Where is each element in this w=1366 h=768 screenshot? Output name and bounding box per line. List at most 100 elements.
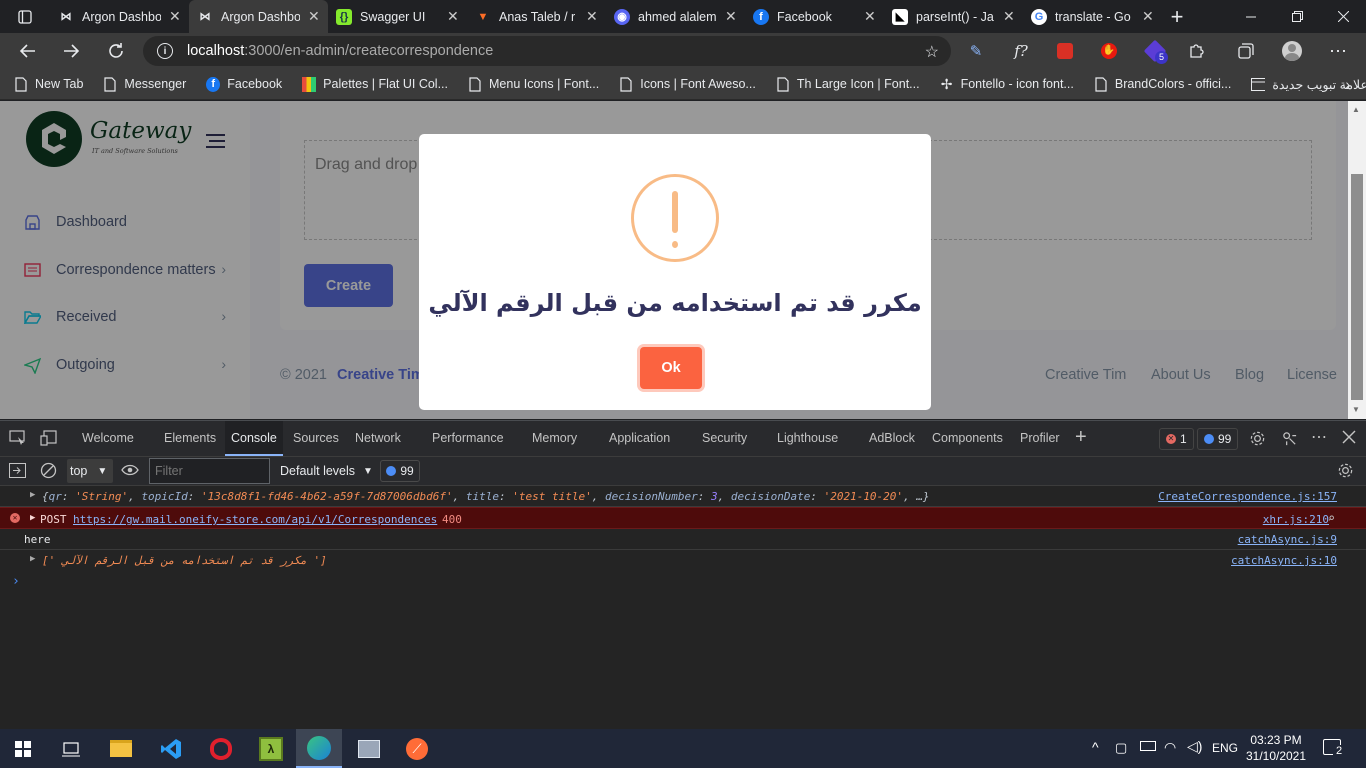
device-emulation-icon[interactable] [40,430,58,449]
browser-tab[interactable]: f Facebook ✕ [745,0,884,33]
adblock-icon[interactable]: ✋ [1094,36,1124,66]
app-icon-green[interactable]: λ [248,729,294,768]
scroll-up-arrow-icon[interactable]: ▲ [1352,105,1360,114]
browser-tab[interactable]: {} Swagger UI ✕ [328,0,467,33]
close-tab-icon[interactable]: ✕ [447,8,459,25]
battery-icon[interactable] [1140,741,1156,751]
expand-arrow-icon[interactable]: ▶ [30,490,35,500]
bookmark-item[interactable]: New Tab [14,76,83,92]
log-levels-dropdown[interactable]: Default levels ▼ [280,464,373,478]
bookmark-item[interactable]: ✢ Fontello - icon font... [940,76,1074,92]
settings-more-icon[interactable]: ⋯ [1323,36,1353,66]
devtools-tab-elements[interactable]: Elements [164,431,216,445]
devtools-more-icon[interactable]: ⋯ [1311,427,1327,447]
restore-button[interactable] [1274,0,1320,33]
react-devtools-extension-icon[interactable]: 5 [1140,36,1170,66]
add-favorite-icon[interactable]: ☆ [925,42,939,62]
edge-browser-icon[interactable] [296,729,342,768]
inspect-element-icon[interactable] [9,430,27,449]
live-expression-eye-icon[interactable] [121,463,139,480]
show-hidden-icons-chevron-icon[interactable]: ^ [1092,739,1099,755]
browser-tab[interactable]: ◣ parseInt() - Ja ✕ [884,0,1023,33]
notification-center-icon[interactable]: 2 [1323,739,1345,757]
browser-tab[interactable]: ⋈ Argon Dashbo ✕ [50,0,189,33]
browser-tab[interactable]: G translate - Go ✕ [1023,0,1162,33]
app-window-icon[interactable] [346,729,392,768]
devtools-tab-console[interactable]: Console [225,421,283,456]
source-link[interactable]: CreateCorrespondence.js:157 [1158,490,1337,503]
browser-tab[interactable]: ◉ ahmed alalem ✕ [606,0,745,33]
input-language[interactable]: ENG [1212,741,1238,755]
close-window-button[interactable] [1320,0,1366,33]
customize-devtools-icon[interactable] [1281,430,1298,450]
search-icon[interactable]: ⌕ [1328,511,1335,525]
postman-icon[interactable]: ⟋ [394,729,440,768]
browser-tab[interactable]: ▼ Anas Taleb / r ✕ [467,0,606,33]
close-tab-icon[interactable]: ✕ [1003,8,1015,25]
reload-button[interactable] [101,36,131,66]
new-tab-button[interactable]: + [1162,0,1192,33]
devtools-tab-adblock[interactable]: AdBlock [869,431,915,445]
expand-arrow-icon[interactable]: ▶ [30,554,35,564]
task-view-icon[interactable] [48,729,94,768]
clock[interactable]: 03:23 PM 31/10/2021 [1244,732,1308,764]
address-bar[interactable]: i localhost:3000/en-admin/createcorrespo… [143,36,951,66]
page-scrollbar[interactable]: ▲ ▼ [1348,101,1366,419]
bookmark-item[interactable]: Th Large Icon | Font... [776,76,920,92]
close-tab-icon[interactable]: ✕ [586,8,598,25]
file-explorer-icon[interactable] [98,729,144,768]
devtools-tab-security[interactable]: Security [702,431,747,445]
devtools-tab-network[interactable]: Network [355,431,401,445]
scroll-down-arrow-icon[interactable]: ▼ [1352,405,1360,414]
devtools-tab-application[interactable]: Application [609,431,670,445]
console-log-row[interactable]: here catchAsync.js:9 [0,529,1366,550]
console-settings-gear-icon[interactable] [1337,462,1354,482]
expand-arrow-icon[interactable]: ▶ [30,513,35,523]
devtools-tab-components[interactable]: Components [932,431,1003,445]
info-icon[interactable]: i [157,43,173,59]
bookmark-item[interactable]: BrandColors - offici... [1094,76,1231,92]
devtools-tab-lighthouse[interactable]: Lighthouse [777,431,838,445]
meet-now-icon[interactable]: ▢ [1115,740,1127,756]
bookmark-item[interactable]: Palettes | Flat UI Col... [302,76,448,92]
volume-icon[interactable]: ◁) [1187,738,1202,755]
devtools-tab-memory[interactable]: Memory [532,431,577,445]
message-count-badge[interactable]: 99 [1197,428,1239,450]
eyedropper-extension-icon[interactable]: ✎ [961,36,991,66]
console-log-row[interactable]: ▶ {qr: 'String', topicId: '13c8d8f1-fd46… [0,486,1366,507]
issues-button[interactable]: 99 [380,460,420,482]
filter-input[interactable] [149,458,270,484]
context-selector[interactable]: top ▼ [67,459,113,483]
close-tab-icon[interactable]: ✕ [1142,8,1154,25]
console-error-row[interactable]: ✕ ▶ POST https://gw.mail.oneify-store.co… [0,507,1366,529]
bookmark-item[interactable]: Messenger [103,76,186,92]
scroll-thumb[interactable] [1351,174,1363,400]
forward-button[interactable] [56,36,86,66]
sidebar-toggle-icon[interactable] [9,463,26,481]
console-log-row[interactable]: ▶ [' مكرر قد تم استخدامه من قبل الرقم ال… [0,550,1366,571]
source-link[interactable]: catchAsync.js:9 [1238,533,1337,546]
tab-actions-icon[interactable] [0,0,50,33]
extensions-puzzle-icon[interactable] [1182,36,1212,66]
close-tab-icon[interactable]: ✕ [864,8,876,25]
vscode-icon[interactable] [148,729,194,768]
add-panel-icon[interactable]: + [1075,426,1087,449]
source-link[interactable]: catchAsync.js:10 [1231,554,1337,567]
clear-console-icon[interactable] [40,462,57,482]
close-tab-icon[interactable]: ✕ [308,8,320,25]
error-url-link[interactable]: https://gw.mail.oneify-store.com/api/v1/… [73,513,437,526]
minimize-button[interactable] [1228,0,1274,33]
opera-icon[interactable] [198,729,244,768]
chevron-right-icon[interactable]: › [1345,76,1350,92]
devtools-tab-welcome[interactable]: Welcome [82,431,134,445]
source-link[interactable]: xhr.js:210 [1263,513,1329,526]
error-count-badge[interactable]: ✕ 1 [1159,428,1194,450]
wifi-icon[interactable]: ◠ [1164,739,1176,756]
ok-button[interactable]: Ok [640,347,702,389]
windows-start-icon[interactable] [0,729,46,768]
profile-avatar[interactable] [1277,36,1307,66]
devtools-tab-profiler[interactable]: Profiler [1020,431,1060,445]
devtools-close-icon[interactable] [1342,430,1356,447]
bookmark-item[interactable]: f Facebook [206,76,282,92]
console-prompt-icon[interactable]: › [12,574,20,589]
